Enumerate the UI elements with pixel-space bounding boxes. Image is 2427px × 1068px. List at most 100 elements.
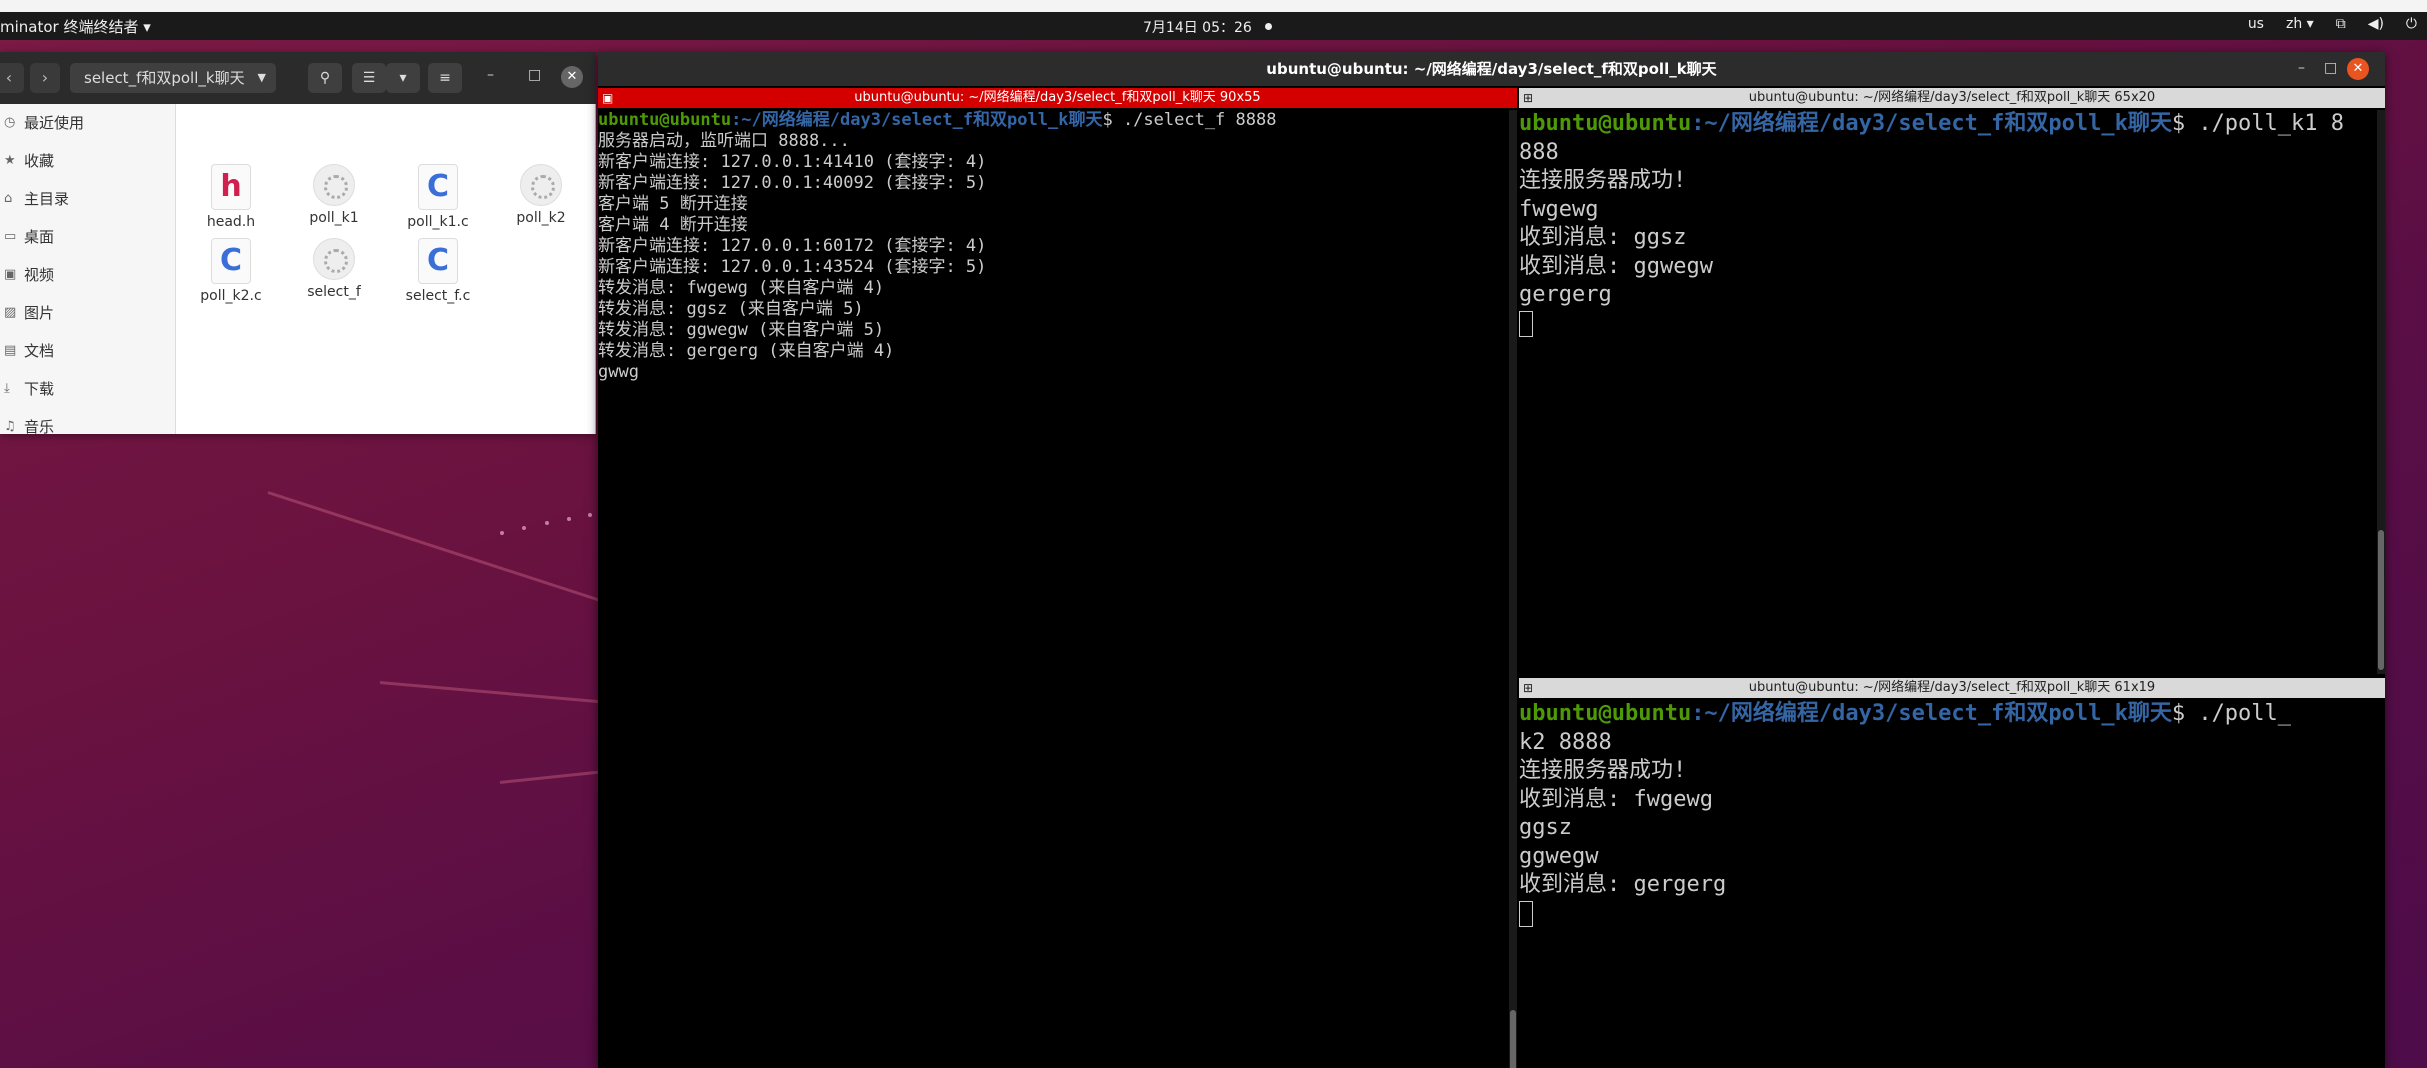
terminal-output[interactable]: ubuntu@ubuntu:~/网络编程/day3/select_f和双poll… <box>598 110 1507 1068</box>
file-item[interactable]: poll_k1 <box>284 164 384 226</box>
terminal-output[interactable]: ubuntu@ubuntu:~/网络编程/day3/select_f和双poll… <box>1519 110 2375 674</box>
chevron-down-icon: ▾ <box>399 70 407 86</box>
wallpaper-dot <box>522 526 526 530</box>
volume-icon[interactable]: ◀) <box>2368 16 2384 32</box>
output-line: 服务器启动，监听端口 8888... <box>598 131 850 151</box>
picture-icon: ▨ <box>4 305 17 320</box>
output-line: gwwg <box>598 362 639 382</box>
terminal-pane-left[interactable]: ▣ ubuntu@ubuntu: ~/网络编程/day3/select_f和双po… <box>598 88 1517 1068</box>
list-view-icon: ☰ <box>362 70 376 86</box>
file-item[interactable]: h head.h <box>181 164 281 230</box>
sidebar-item-starred[interactable]: ★ 收藏 <box>0 142 176 180</box>
pane-titlebar: ▣ ubuntu@ubuntu: ~/网络编程/day3/select_f和双po… <box>598 88 1517 108</box>
file-name: poll_k2 <box>516 210 566 226</box>
sidebar-item-pictures[interactable]: ▨ 图片 <box>0 294 176 332</box>
file-item[interactable]: Cselect_f.c <box>388 238 488 304</box>
c-source-icon: C <box>211 238 251 284</box>
input-method[interactable]: zh ▾ <box>2286 16 2314 32</box>
sidebar-item-downloads[interactable]: ⤓ 下载 <box>0 370 176 408</box>
minimize-button[interactable]: – <box>2298 60 2305 76</box>
output-line: gergerg <box>1519 282 1612 307</box>
view-options-button[interactable]: ▾ <box>386 63 420 93</box>
output-line: 转发消息: fwgewg (来自客户端 4) <box>598 278 885 298</box>
clock[interactable]: 7月14日 05：26 <box>1143 17 1252 37</box>
document-icon: ▤ <box>4 343 17 358</box>
video-icon: ▣ <box>4 267 17 282</box>
output-line: 收到消息: ggsz <box>1519 225 1687 250</box>
wallpaper-dot <box>567 517 571 521</box>
pane-titlebar: ⊞ ubuntu@ubuntu: ~/网络编程/day3/select_f和双po… <box>1519 88 2385 108</box>
terminal-pane-right-top[interactable]: ⊞ ubuntu@ubuntu: ~/网络编程/day3/select_f和双po… <box>1519 88 2385 674</box>
sidebar-item-documents[interactable]: ▤ 文档 <box>0 332 176 370</box>
close-button[interactable]: ✕ <box>561 66 583 88</box>
keyboard-layout[interactable]: us <box>2248 16 2264 32</box>
sidebar-item-label: 收藏 <box>24 152 55 170</box>
scrollbar-thumb[interactable] <box>1510 1010 1516 1068</box>
search-icon: ⚲ <box>319 70 331 86</box>
close-icon: ✕ <box>2352 61 2364 76</box>
file-item[interactable]: select_f <box>284 238 384 300</box>
menu-button[interactable]: ≡ <box>428 63 462 93</box>
maximize-button[interactable]: □ <box>528 67 541 83</box>
sidebar-item-desktop[interactable]: ▭ 桌面 <box>0 218 176 256</box>
file-name: poll_k2.c <box>200 288 262 304</box>
sidebar: ◷ 最近使用 ★ 收藏 ⌂ 主目录 ▭ 桌面 ▣ 视频 ▨ 图片 ▤ 文档 ⤓ 下载 ♫ 音乐 <box>0 104 176 434</box>
app-menu[interactable]: minator 终端终结者 ▾ <box>0 16 151 37</box>
output-line: ggsz <box>1519 815 1572 840</box>
prompt-user: ubuntu@ubuntu <box>598 110 732 130</box>
output-line: 新客户端连接: 127.0.0.1:43524 (套接字: 5) <box>598 257 987 277</box>
home-icon: ⌂ <box>4 191 13 206</box>
output-line: 转发消息: ggsz (来自客户端 5) <box>598 299 864 319</box>
file-item[interactable]: Cpoll_k1.c <box>388 164 488 230</box>
sidebar-item-videos[interactable]: ▣ 视频 <box>0 256 176 294</box>
prompt-line: ubuntu@ubuntu:~/网络编程/day3/select_f和双poll… <box>598 110 1507 131</box>
download-icon: ⤓ <box>4 381 10 396</box>
file-item[interactable]: poll_k2 <box>491 164 591 226</box>
output-line: 连接服务器成功! <box>1519 168 1687 193</box>
window-title: ubuntu@ubuntu: ~/网络编程/day3/select_f和双pol… <box>598 52 2385 86</box>
prompt-command: $ ./poll_k1 8 <box>2171 111 2345 136</box>
search-button[interactable]: ⚲ <box>308 63 342 93</box>
terminal-icon: ⊞ <box>1523 91 1534 105</box>
back-button[interactable]: ‹ <box>0 63 24 93</box>
output-line: 收到消息: ggwegw <box>1519 253 1713 279</box>
sidebar-item-home[interactable]: ⌂ 主目录 <box>0 180 176 218</box>
minimize-button[interactable]: – <box>487 67 494 83</box>
maximize-button[interactable]: □ <box>2324 60 2337 76</box>
file-name: poll_k1 <box>309 210 359 226</box>
output-line: 新客户端连接: 127.0.0.1:60172 (套接字: 4) <box>598 236 987 256</box>
prompt-command: $ ./select_f 8888 <box>1102 110 1277 130</box>
forward-button[interactable]: › <box>30 63 60 93</box>
sidebar-item-music[interactable]: ♫ 音乐 <box>0 408 176 434</box>
c-source-icon: C <box>418 238 458 284</box>
c-source-icon: C <box>418 164 458 210</box>
file-name: select_f.c <box>405 288 471 304</box>
clock-icon: ◷ <box>4 115 16 130</box>
pane-title: ubuntu@ubuntu: ~/网络编程/day3/select_f和双pol… <box>854 90 1261 105</box>
text-cursor <box>1519 900 1533 927</box>
close-button[interactable]: ✕ <box>2347 58 2369 80</box>
file-manager-header: ‹ › select_f和双poll_k聊天 ▼ ⚲ ☰ ▾ ≡ – □ ✕ <box>0 52 596 104</box>
top-strip <box>0 0 2427 12</box>
sidebar-item-label: 文档 <box>24 342 55 360</box>
sidebar-item-label: 主目录 <box>24 190 70 208</box>
power-icon[interactable]: ⏻ <box>2406 16 2417 32</box>
file-item[interactable]: Cpoll_k2.c <box>181 238 281 304</box>
prompt-user: ubuntu@ubuntu <box>1519 111 1692 136</box>
path-bar[interactable]: select_f和双poll_k聊天 ▼ <box>70 63 276 93</box>
view-list-button[interactable]: ☰ <box>352 63 386 93</box>
network-icon[interactable]: ⧉ <box>2336 16 2346 32</box>
file-manager-window: ‹ › select_f和双poll_k聊天 ▼ ⚲ ☰ ▾ ≡ – □ ✕ ◷… <box>0 52 596 434</box>
scrollbar-thumb[interactable] <box>2378 530 2384 670</box>
scrollbar[interactable] <box>2377 110 2385 674</box>
output-line: 收到消息: gergerg <box>1519 872 1727 897</box>
sidebar-item-label: 图片 <box>24 304 55 322</box>
path-label: select_f和双poll_k聊天 <box>84 69 245 87</box>
pane-title: ubuntu@ubuntu: ~/网络编程/day3/select_f和双pol… <box>1748 680 2156 695</box>
terminal-output[interactable]: ubuntu@ubuntu:~/网络编程/day3/select_f和双poll… <box>1519 700 2375 1068</box>
terminal-pane-right-bottom[interactable]: ⊞ ubuntu@ubuntu: ~/网络编程/day3/select_f和双po… <box>1519 678 2385 1068</box>
sidebar-item-recent[interactable]: ◷ 最近使用 <box>0 104 176 142</box>
scrollbar[interactable] <box>1509 110 1517 1068</box>
file-name: select_f <box>307 284 361 300</box>
output-line: 转发消息: ggwegw (来自客户端 5) <box>598 320 885 340</box>
